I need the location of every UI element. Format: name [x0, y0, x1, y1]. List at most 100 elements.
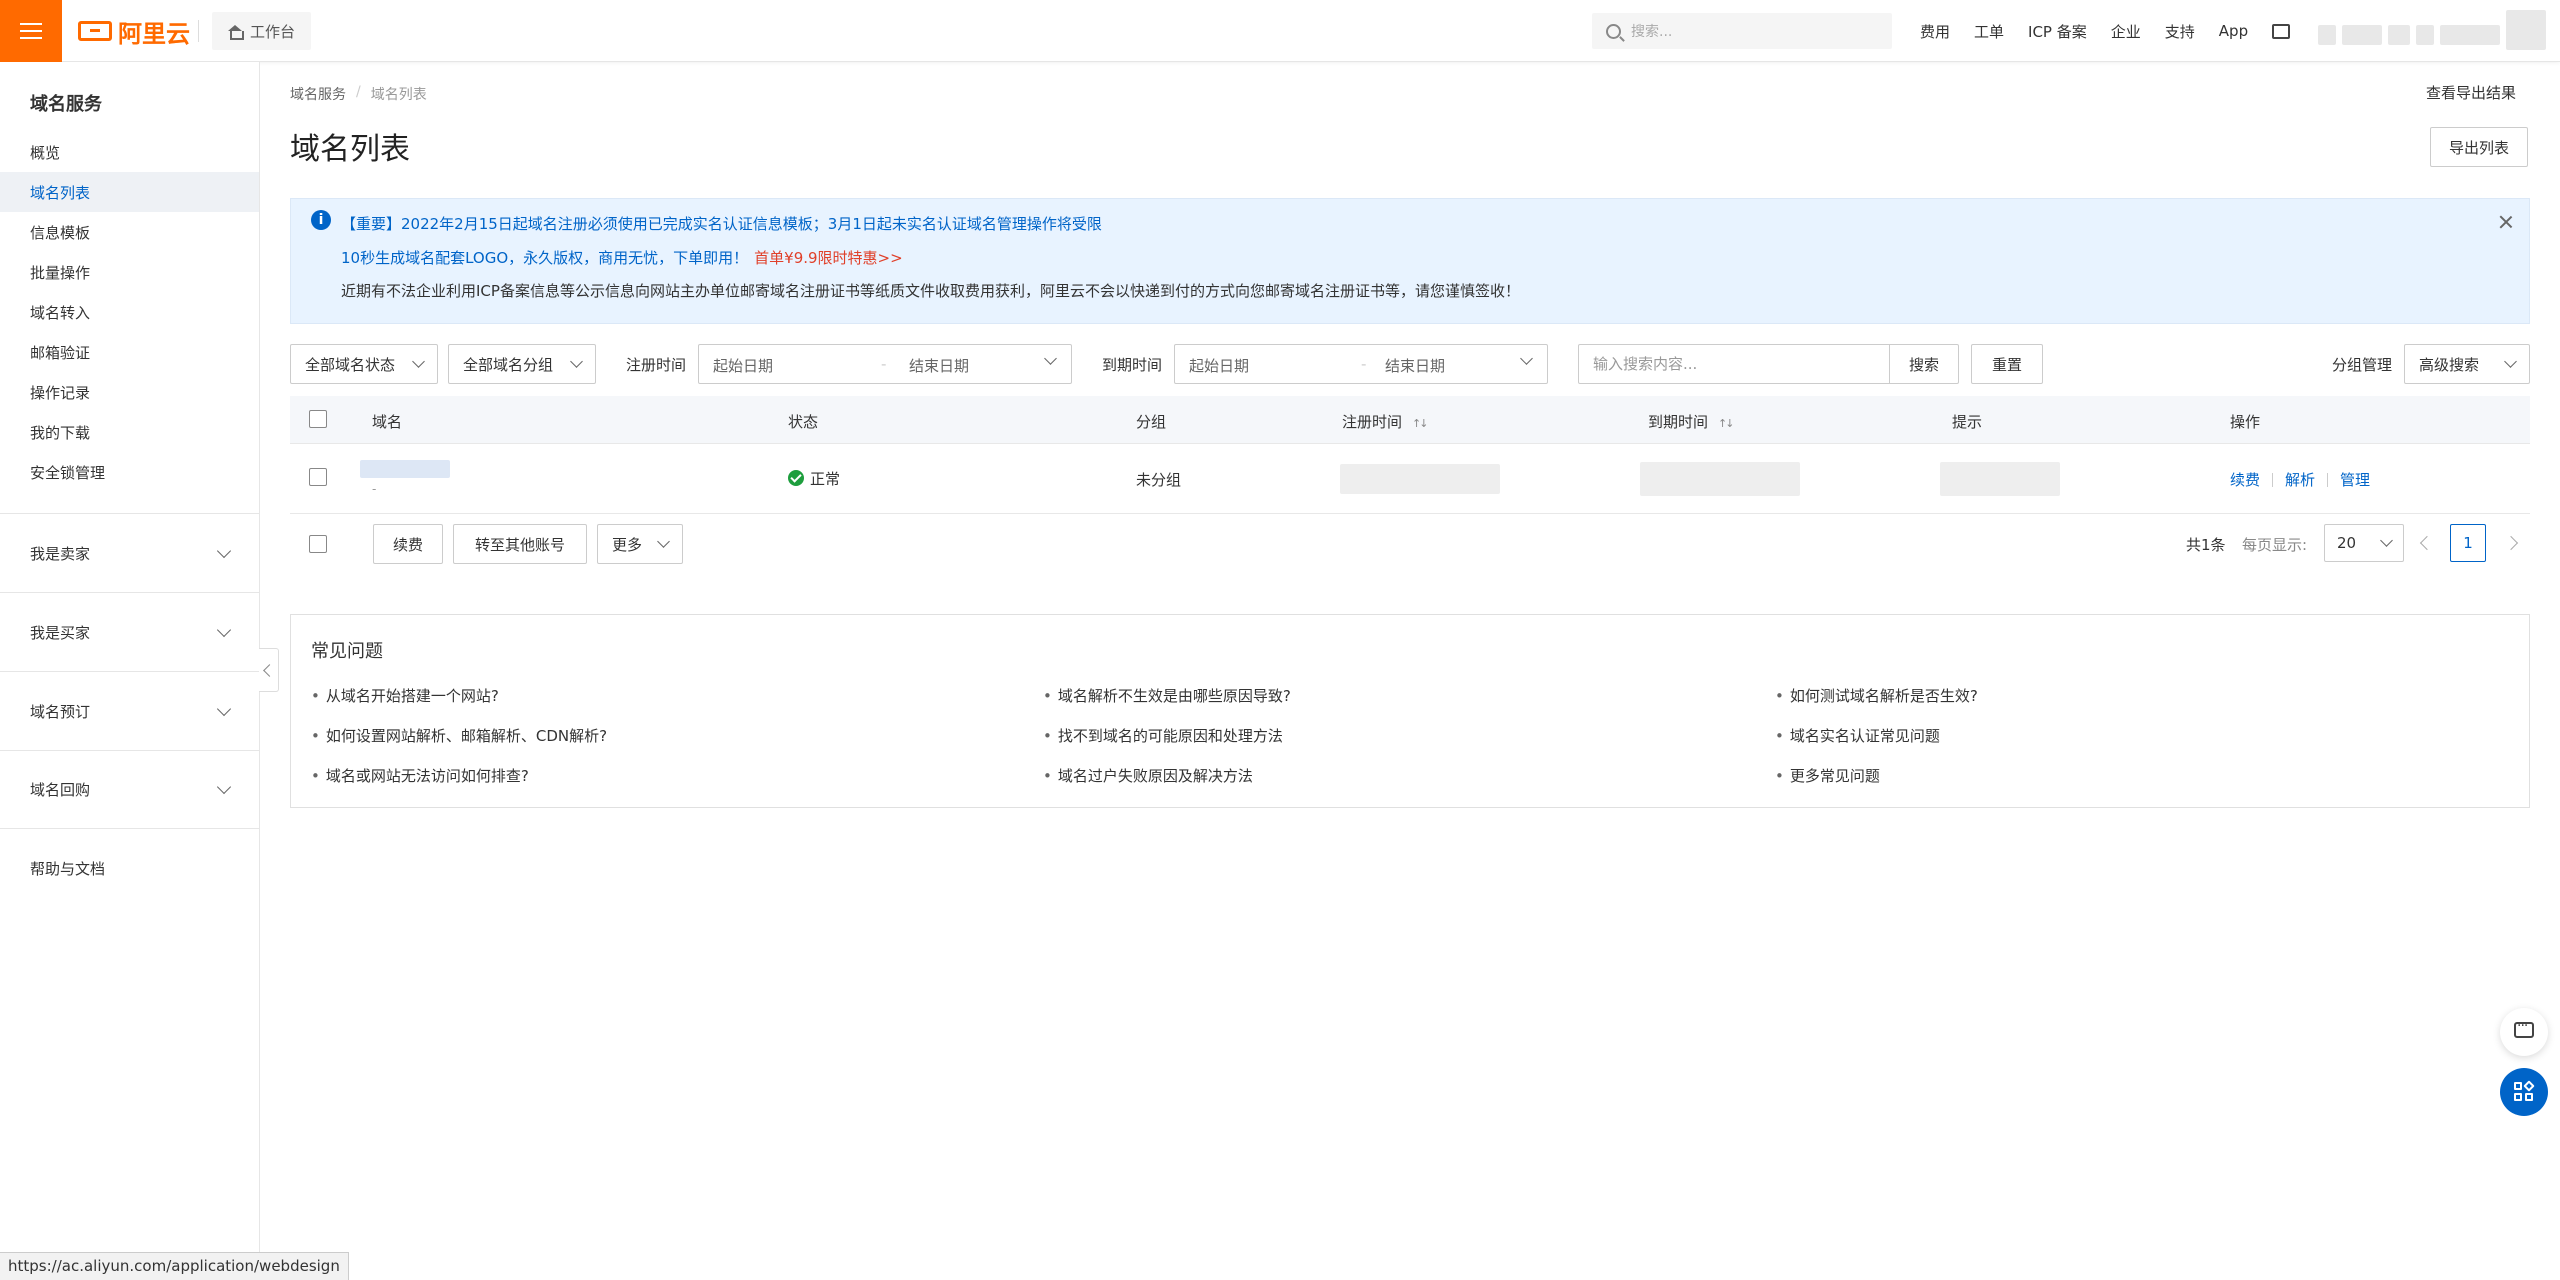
sidebar-item-overview[interactable]: 概览: [0, 132, 259, 172]
faq-link[interactable]: 找不到域名的可能原因和处理方法: [1043, 725, 1283, 746]
advanced-search-button[interactable]: 高级搜索: [2404, 344, 2530, 384]
chevron-down-icon: [216, 779, 232, 795]
per-page-select[interactable]: 20: [2324, 524, 2404, 562]
bulk-renew-button[interactable]: 续费: [373, 524, 443, 564]
aliyun-logo[interactable]: 阿里云: [78, 14, 190, 48]
select-all-checkbox[interactable]: [309, 410, 327, 428]
sidebar-help-docs[interactable]: 帮助与文档: [30, 858, 105, 879]
redacted-user-area: [2318, 10, 2546, 50]
workbench-button[interactable]: 工作台: [212, 12, 312, 50]
nav-ticket[interactable]: 工单: [1974, 21, 2004, 42]
group-filter-value: 全部域名分组: [463, 355, 554, 374]
domain-sub-text: -: [372, 482, 377, 496]
close-icon[interactable]: [2499, 215, 2513, 229]
export-list-button[interactable]: 导出列表: [2430, 127, 2528, 167]
keyword-search-input[interactable]: [1578, 344, 1890, 384]
bulk-more-button[interactable]: 更多: [597, 524, 683, 564]
faq-link[interactable]: 域名过户失败原因及解决方法: [1043, 765, 1253, 786]
breadcrumb-separator: /: [356, 84, 361, 100]
export-result-link[interactable]: 查看导出结果: [2426, 82, 2516, 103]
sidebar-item-downloads[interactable]: 我的下载: [0, 412, 259, 452]
exp-end-date[interactable]: 结束日期: [1385, 355, 1445, 376]
notice-logo-promo[interactable]: 10秒生成域名配套LOGO，永久版权，商用无忧，下单即用！ 首单¥9.9限时特惠>…: [341, 247, 903, 268]
bulk-transfer-button[interactable]: 转至其他账号: [453, 524, 587, 564]
group-cell: 未分组: [1136, 471, 1182, 489]
exp-start-date[interactable]: 起始日期: [1189, 355, 1249, 376]
sidebar-group-buyback[interactable]: 域名回购: [0, 750, 259, 829]
group-manage-link[interactable]: 分组管理: [2332, 354, 2392, 375]
dns-resolve-link[interactable]: 解析: [2285, 471, 2315, 489]
col-hint: 提示: [1952, 413, 1983, 431]
row-checkbox[interactable]: [309, 468, 327, 486]
col-exp-time[interactable]: 到期时间 ↑↓: [1648, 411, 1735, 432]
redacted-username: [2440, 25, 2500, 45]
exp-date-range[interactable]: 起始日期 - 结束日期: [1174, 344, 1548, 384]
search-button[interactable]: 搜索: [1889, 344, 1959, 384]
group-filter-select[interactable]: 全部域名分组: [448, 344, 596, 384]
reg-date-range[interactable]: 起始日期 - 结束日期: [698, 344, 1072, 384]
sidebar-nav: 概览 域名列表 信息模板 批量操作 域名转入 邮箱验证 操作记录 我的下载 安全…: [0, 132, 259, 492]
status-text: 正常: [810, 470, 841, 488]
sidebar-item-security-lock[interactable]: 安全锁管理: [0, 452, 259, 492]
top-nav: 费用 工单 ICP 备案 企业 支持 App: [1920, 0, 2291, 62]
sidebar-group-buyer[interactable]: 我是买家: [0, 592, 259, 671]
sidebar-collapse-handle[interactable]: [259, 648, 279, 692]
sidebar-group-label: 我是卖家: [30, 544, 91, 563]
renew-link[interactable]: 续费: [2230, 471, 2260, 489]
sidebar-item-transfer-in[interactable]: 域名转入: [0, 292, 259, 332]
sidebar-item-email-verify[interactable]: 邮箱验证: [0, 332, 259, 372]
global-search-placeholder: 搜索...: [1631, 24, 1673, 40]
sort-icon[interactable]: ↑↓: [1412, 417, 1429, 430]
divider: [2272, 473, 2274, 487]
manage-link[interactable]: 管理: [2340, 471, 2370, 489]
nav-app[interactable]: App: [2219, 22, 2248, 40]
terminal-icon[interactable]: [2272, 23, 2291, 39]
redacted-icon: [2318, 25, 2336, 45]
feedback-button[interactable]: [2500, 1008, 2548, 1056]
chevron-down-icon: [1044, 352, 1057, 365]
status-filter-select[interactable]: 全部域名状态: [290, 344, 438, 384]
sidebar-item-batch-ops[interactable]: 批量操作: [0, 252, 259, 292]
breadcrumb-parent[interactable]: 域名服务: [290, 84, 346, 104]
info-icon: i: [311, 210, 331, 230]
sidebar-group-seller[interactable]: 我是卖家: [0, 513, 259, 592]
menu-icon[interactable]: [0, 0, 62, 62]
col-reg-time[interactable]: 注册时间 ↑↓: [1342, 411, 1429, 432]
sidebar-group-reserve[interactable]: 域名预订: [0, 671, 259, 750]
exp-time-label: 到期时间: [1102, 356, 1163, 374]
faq-link[interactable]: 域名或网站无法访问如何排查?: [311, 765, 529, 786]
quick-apps-button[interactable]: [2500, 1068, 2548, 1116]
reg-start-date[interactable]: 起始日期: [713, 355, 773, 376]
sidebar-item-info-template[interactable]: 信息模板: [0, 212, 259, 252]
date-dash: -: [881, 355, 887, 373]
breadcrumb: 域名服务 / 域名列表: [290, 84, 427, 104]
faq-link[interactable]: 如何测试域名解析是否生效?: [1775, 685, 1978, 706]
nav-enterprise[interactable]: 企业: [2111, 21, 2141, 42]
redacted-domain-name[interactable]: [360, 460, 450, 478]
faq-link[interactable]: 从域名开始搭建一个网站?: [311, 685, 499, 706]
global-search-input[interactable]: 搜索...: [1592, 13, 1892, 49]
faq-link[interactable]: 如何设置网站解析、邮箱解析、CDN解析?: [311, 725, 607, 746]
avatar[interactable]: [2506, 10, 2546, 50]
reset-button[interactable]: 重置: [1971, 344, 2043, 384]
sort-icon[interactable]: ↑↓: [1718, 417, 1735, 430]
faq-panel: 常见问题 从域名开始搭建一个网站? 域名解析不生效是由哪些原因导致? 如何测试域…: [290, 614, 2530, 808]
sidebar-item-op-log[interactable]: 操作记录: [0, 372, 259, 412]
reg-end-date[interactable]: 结束日期: [909, 355, 969, 376]
faq-link[interactable]: 域名解析不生效是由哪些原因导致?: [1043, 685, 1291, 706]
bulk-more-label: 更多: [612, 535, 643, 554]
notice-promo-link[interactable]: 首单¥9.9限时特惠>>: [754, 249, 903, 267]
home-icon: [228, 24, 244, 40]
nav-billing[interactable]: 费用: [1920, 21, 1950, 42]
nav-icp[interactable]: ICP 备案: [2028, 21, 2087, 42]
faq-more-link[interactable]: 更多常见问题: [1775, 765, 1880, 786]
notice-important[interactable]: 【重要】2022年2月15日起域名注册必须使用已完成实名认证信息模板；3月1日起…: [341, 213, 1102, 234]
notice-warning: 近期有不法企业利用ICP备案信息等公示信息向网站主办单位邮寄域名注册证书等纸质文…: [341, 282, 1520, 300]
search-icon: [1606, 23, 1621, 39]
chevron-down-icon: [2380, 534, 2393, 547]
faq-link[interactable]: 域名实名认证常见问题: [1775, 725, 1940, 746]
sidebar-item-domain-list[interactable]: 域名列表: [0, 172, 259, 212]
page-1-button[interactable]: 1: [2450, 524, 2486, 562]
nav-support[interactable]: 支持: [2165, 21, 2195, 42]
bulk-select-checkbox[interactable]: [309, 535, 327, 553]
